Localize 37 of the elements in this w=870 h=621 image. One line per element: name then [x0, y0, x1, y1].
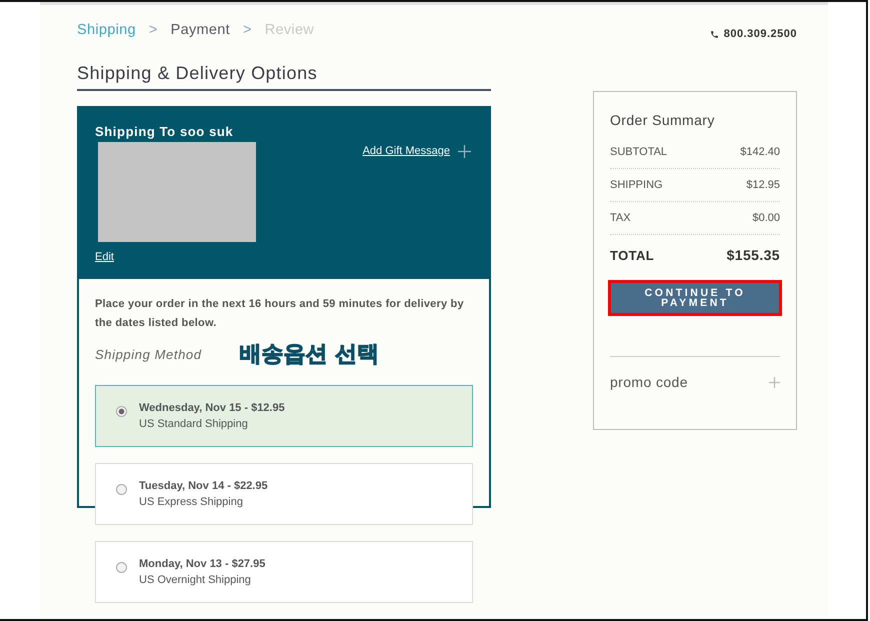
- summary-value: $12.95: [746, 179, 780, 191]
- section-heading: Shipping & Delivery Options: [77, 63, 491, 91]
- option-service: US Express Shipping: [139, 496, 244, 508]
- shipping-method-label: Shipping Method: [95, 346, 202, 362]
- shipping-to-title: Shipping To soo suk: [95, 124, 234, 139]
- summary-title: Order Summary: [610, 112, 716, 128]
- option-date-price: Monday, Nov 13 - $27.95: [139, 558, 266, 570]
- promo-code-label[interactable]: promo code: [610, 374, 688, 390]
- delivery-notice: Place your order in the next 16 hours and 59 minutes for delivery by the dates listed below.: [95, 297, 465, 331]
- phone-number: 800.309.2500: [724, 28, 797, 40]
- shipping-option[interactable]: Wednesday, Nov 15 - $12.95 US Standard Shipping: [95, 385, 473, 447]
- radio-button[interactable]: [116, 562, 127, 573]
- annotation-text: 배송옵션 선택: [240, 341, 380, 369]
- edit-link[interactable]: Edit: [95, 251, 114, 263]
- shipping-option[interactable]: Monday, Nov 13 - $27.95 US Overnight Shipping: [95, 541, 473, 603]
- summary-label: SUBTOTAL: [610, 146, 668, 158]
- summary-value: $0.00: [752, 212, 780, 224]
- total-value: $155.35: [726, 247, 780, 263]
- option-service: US Standard Shipping: [139, 418, 249, 430]
- gift-message-link[interactable]: Add Gift Message: [362, 145, 450, 157]
- option-service: US Overnight Shipping: [139, 574, 252, 586]
- plus-icon[interactable]: [458, 144, 471, 158]
- total-label: TOTAL: [610, 248, 654, 262]
- option-date-price: Wednesday, Nov 15 - $12.95: [139, 402, 285, 414]
- radio-button[interactable]: [116, 406, 127, 417]
- continue-button[interactable]: CONTINUE TO PAYMENT: [611, 283, 779, 313]
- breadcrumb-separator: >: [242, 22, 252, 38]
- option-date-price: Tuesday, Nov 14 - $22.95: [139, 480, 268, 492]
- summary-value: $142.40: [740, 146, 780, 158]
- phone-icon: [710, 30, 719, 38]
- breadcrumb-step: Payment: [170, 22, 230, 38]
- shipping-option[interactable]: Tuesday, Nov 14 - $22.95 US Express Shipping: [95, 463, 473, 525]
- summary-label: TAX: [610, 212, 631, 224]
- breadcrumb-separator: >: [148, 22, 158, 38]
- summary-label: SHIPPING: [610, 179, 663, 191]
- radio-button[interactable]: [116, 484, 127, 495]
- plus-icon[interactable]: [769, 376, 780, 388]
